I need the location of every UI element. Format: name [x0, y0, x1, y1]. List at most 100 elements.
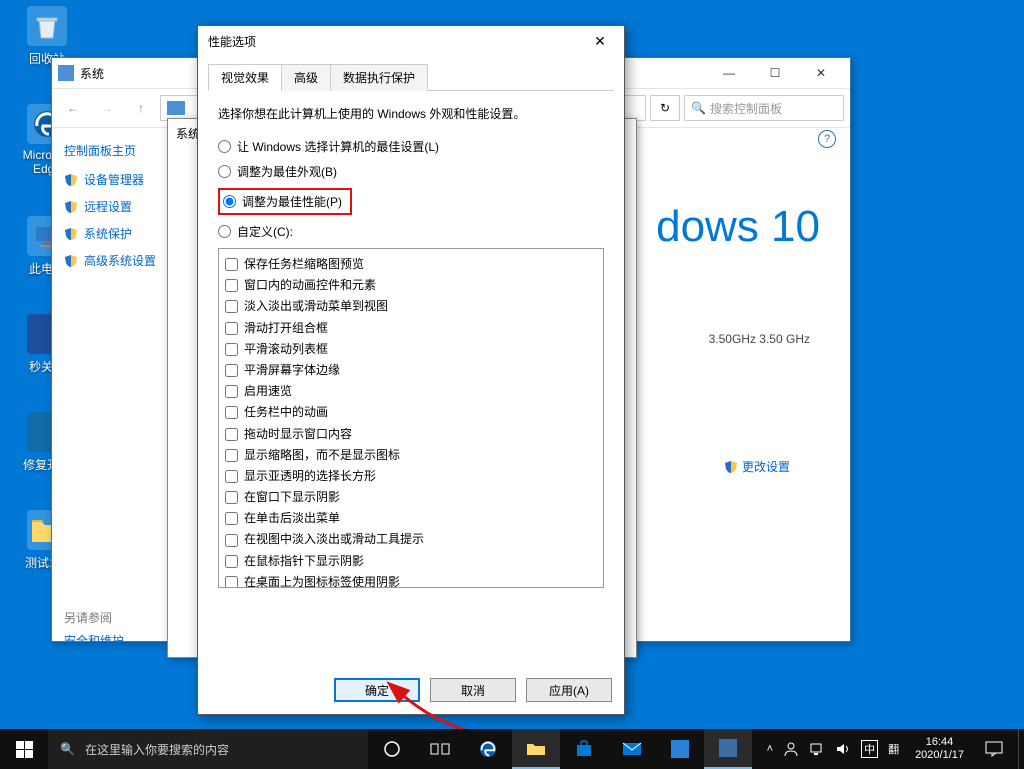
up-button[interactable]: ↑	[126, 93, 156, 123]
tray-ime2[interactable]: 翻	[888, 741, 899, 757]
checklist-checkbox[interactable]	[225, 300, 238, 313]
checklist-checkbox[interactable]	[225, 279, 238, 292]
taskbar-app-edge[interactable]	[464, 729, 512, 769]
checklist-checkbox[interactable]	[225, 322, 238, 335]
titlebar[interactable]: 性能选项 ✕	[198, 26, 624, 56]
radio-custom[interactable]: 自定义(C):	[218, 223, 604, 240]
sidebar: 控制面板主页 设备管理器 远程设置 系统保护 高级系统设置 另请参阅 安全和维护	[52, 128, 172, 641]
sidebar-link-label: 系统保护	[84, 225, 132, 242]
checklist-checkbox[interactable]	[225, 428, 238, 441]
refresh-button[interactable]: ↻	[650, 95, 680, 121]
checklist-item[interactable]: 显示亚透明的选择长方形	[225, 467, 597, 486]
cancel-button[interactable]: 取消	[430, 678, 516, 702]
taskbar-app-mail[interactable]	[608, 729, 656, 769]
radio-input[interactable]	[218, 225, 231, 238]
checklist-item[interactable]: 显示缩略图，而不是显示图标	[225, 446, 597, 465]
checklist-checkbox[interactable]	[225, 512, 238, 525]
close-button[interactable]: ✕	[586, 27, 614, 55]
checklist-item[interactable]: 窗口内的动画控件和元素	[225, 276, 597, 295]
sidebar-heading[interactable]: 控制面板主页	[64, 142, 159, 159]
checklist-checkbox[interactable]	[225, 406, 238, 419]
sidebar-link-label: 高级系统设置	[84, 252, 156, 269]
tab-advanced[interactable]: 高级	[281, 64, 331, 91]
radio-best-appearance[interactable]: 调整为最佳外观(B)	[218, 163, 604, 180]
search-input[interactable]: 🔍 搜索控制面板	[684, 95, 844, 121]
tray-people-icon[interactable]	[783, 741, 799, 757]
visual-effects-checklist[interactable]: 保存任务栏缩略图预览窗口内的动画控件和元素淡入淡出或滑动菜单到视图滑动打开组合框…	[218, 248, 604, 588]
help-button[interactable]: ?	[818, 130, 836, 148]
checklist-item[interactable]: 保存任务栏缩略图预览	[225, 255, 597, 274]
recycle-bin-icon	[27, 6, 67, 46]
checklist-checkbox[interactable]	[225, 364, 238, 377]
taskbar-app-generic1[interactable]	[656, 729, 704, 769]
checklist-label: 在桌面上为图标标签使用阴影	[244, 573, 400, 588]
checklist-item[interactable]: 拖动时显示窗口内容	[225, 425, 597, 444]
radio-label: 自定义(C):	[237, 223, 293, 240]
checklist-label: 在窗口下显示阴影	[244, 488, 340, 507]
change-settings-link[interactable]: 更改设置	[724, 458, 790, 475]
sidebar-link-remote[interactable]: 远程设置	[64, 198, 159, 215]
taskbar-app-generic2[interactable]	[704, 729, 752, 769]
checklist-item[interactable]: 在窗口下显示阴影	[225, 488, 597, 507]
checklist-item[interactable]: 平滑滚动列表框	[225, 340, 597, 359]
show-desktop-button[interactable]	[1018, 729, 1024, 769]
forward-button[interactable]: →	[92, 93, 122, 123]
checklist-item[interactable]: 滑动打开组合框	[225, 319, 597, 338]
button-label: 确定	[365, 684, 389, 698]
radio-best-performance[interactable]: 调整为最佳性能(P)	[223, 193, 342, 210]
checklist-checkbox[interactable]	[225, 449, 238, 462]
start-button[interactable]	[0, 729, 48, 769]
cortana-button[interactable]	[368, 729, 416, 769]
checklist-item[interactable]: 在桌面上为图标标签使用阴影	[225, 573, 597, 588]
action-center-button[interactable]	[970, 729, 1018, 769]
checklist-item[interactable]: 启用速览	[225, 382, 597, 401]
taskbar-search[interactable]: 🔍 在这里输入你要搜索的内容	[48, 729, 368, 769]
close-button[interactable]: ✕	[798, 58, 844, 88]
checklist-checkbox[interactable]	[225, 555, 238, 568]
checklist-label: 启用速览	[244, 382, 292, 401]
checklist-label: 在鼠标指针下显示阴影	[244, 552, 364, 571]
checklist-checkbox[interactable]	[225, 470, 238, 483]
sidebar-link-device-manager[interactable]: 设备管理器	[64, 171, 159, 188]
sidebar-link-security[interactable]: 安全和维护	[64, 632, 159, 649]
back-button[interactable]: ←	[58, 93, 88, 123]
task-view-button[interactable]	[416, 729, 464, 769]
radio-input[interactable]	[218, 140, 231, 153]
tab-dep[interactable]: 数据执行保护	[330, 64, 428, 91]
search-placeholder: 在这里输入你要搜索的内容	[85, 741, 229, 758]
checklist-item[interactable]: 淡入淡出或滑动菜单到视图	[225, 297, 597, 316]
ok-button[interactable]: 确定	[334, 678, 420, 702]
checklist-item[interactable]: 任务栏中的动画	[225, 403, 597, 422]
checklist-item[interactable]: 在鼠标指针下显示阴影	[225, 552, 597, 571]
taskbar-app-explorer[interactable]	[512, 729, 560, 769]
checklist-checkbox[interactable]	[225, 385, 238, 398]
checklist-checkbox[interactable]	[225, 343, 238, 356]
radio-input[interactable]	[218, 165, 231, 178]
sidebar-link-advanced[interactable]: 高级系统设置	[64, 252, 159, 269]
checklist-item[interactable]: 在单击后淡出菜单	[225, 509, 597, 528]
maximize-button[interactable]: ☐	[752, 58, 798, 88]
checklist-checkbox[interactable]	[225, 534, 238, 547]
checklist-checkbox[interactable]	[225, 491, 238, 504]
checklist-item[interactable]: 在视图中淡入淡出或滑动工具提示	[225, 530, 597, 549]
apply-button[interactable]: 应用(A)	[526, 678, 612, 702]
radio-group: 让 Windows 选择计算机的最佳设置(L) 调整为最佳外观(B) 调整为最佳…	[218, 138, 604, 240]
radio-input[interactable]	[223, 195, 236, 208]
taskbar-clock[interactable]: 16:44 2020/1/17	[909, 736, 970, 762]
minimize-button[interactable]: —	[706, 58, 752, 88]
checklist-label: 显示亚透明的选择长方形	[244, 467, 376, 486]
tab-visual-effects[interactable]: 视觉效果	[208, 64, 282, 91]
taskbar-app-store[interactable]	[560, 729, 608, 769]
tray-volume-icon[interactable]	[835, 741, 851, 757]
checklist-checkbox[interactable]	[225, 258, 238, 271]
system-tray[interactable]: ˄ 中 翻	[757, 740, 909, 758]
sidebar-link-protection[interactable]: 系统保护	[64, 225, 159, 242]
tray-ime[interactable]: 中	[861, 740, 878, 758]
radio-let-windows[interactable]: 让 Windows 选择计算机的最佳设置(L)	[218, 138, 604, 155]
checklist-item[interactable]: 平滑屏幕字体边缘	[225, 361, 597, 380]
checklist-checkbox[interactable]	[225, 576, 238, 588]
see-also-heading: 另请参阅	[64, 609, 159, 626]
tray-network-icon[interactable]	[809, 741, 825, 757]
performance-options-dialog: 性能选项 ✕ 视觉效果 高级 数据执行保护 选择你想在此计算机上使用的 Wind…	[197, 25, 625, 715]
tray-chevron-up-icon[interactable]: ˄	[767, 743, 773, 755]
